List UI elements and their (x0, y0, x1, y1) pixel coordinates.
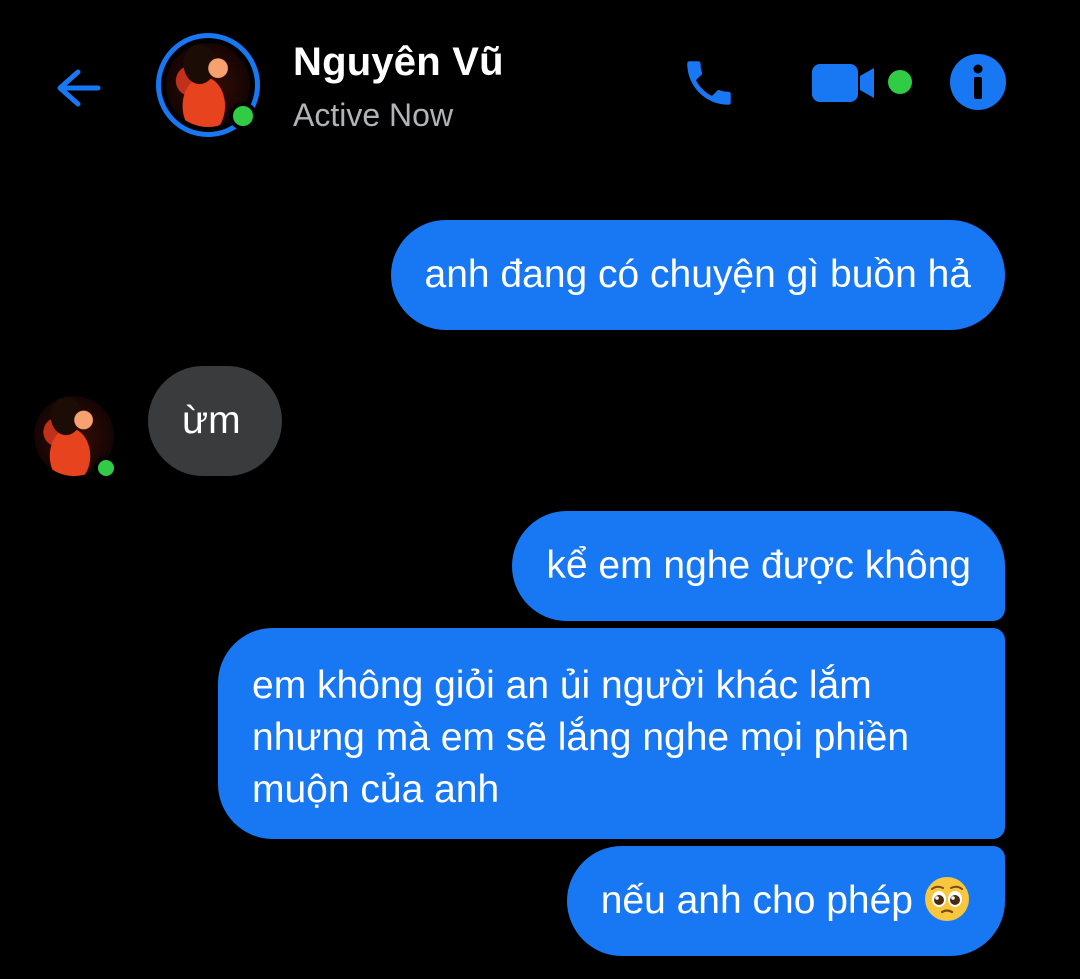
info-button[interactable] (948, 52, 1008, 112)
chat-screen: Nguyên Vũ Active Now anh đang có chuyện … (0, 0, 1080, 979)
video-call-button[interactable] (810, 60, 878, 106)
message-bubble-outgoing[interactable]: nếu anh cho phép (566, 846, 1005, 956)
message-bubble-outgoing[interactable]: em không giỏi an ủi người khác lắm nhưng… (218, 628, 1005, 839)
info-icon (950, 54, 1006, 110)
online-status-dot (229, 102, 257, 130)
contact-avatar[interactable] (156, 33, 260, 137)
active-status: Active Now (293, 97, 454, 133)
sender-avatar[interactable] (34, 396, 118, 480)
message-bubble-incoming[interactable]: ừm (148, 366, 282, 476)
back-arrow-icon (57, 69, 101, 107)
online-status-dot (94, 456, 118, 480)
active-call-indicator (888, 70, 912, 94)
message-bubble-outgoing[interactable]: kể em nghe được không (512, 511, 1005, 621)
pleading-face-emoji-icon (925, 877, 969, 921)
message-bubble-outgoing[interactable]: anh đang có chuyện gì buồn hả (390, 220, 1005, 330)
video-camera-icon (812, 64, 874, 102)
message-text: nếu anh cho phép (600, 879, 913, 922)
back-button[interactable] (50, 60, 110, 120)
phone-icon (687, 61, 731, 105)
voice-call-button[interactable] (680, 54, 738, 112)
contact-name[interactable]: Nguyên Vũ (293, 40, 504, 85)
